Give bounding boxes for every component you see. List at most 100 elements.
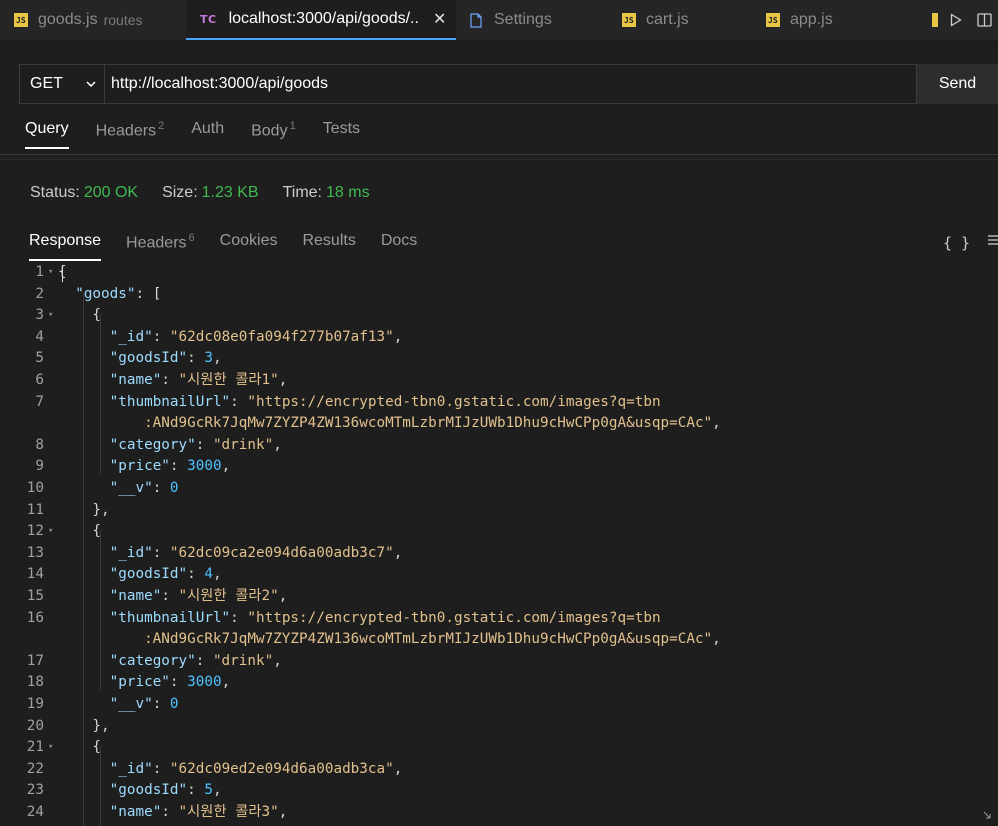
tab-body[interactable]: Body 1 [251, 120, 296, 150]
json-punctuation [58, 437, 110, 453]
fold-chevron-icon[interactable]: ▾ [44, 305, 58, 327]
json-punctuation: , [278, 804, 288, 820]
tab-response[interactable]: Response [29, 232, 102, 262]
gutter-spacer [44, 608, 58, 630]
tab-folder-hint: routes [103, 12, 143, 28]
tab-request-headers[interactable]: Headers 2 [96, 120, 165, 150]
close-icon[interactable]: ✕ [433, 9, 446, 29]
json-string: :ANd9GcRk7JqMw7ZYZP4ZW136wcoMTmLzbrMIJzU… [58, 631, 713, 648]
split-editor-icon[interactable] [970, 0, 998, 40]
json-key: "__v" [109, 696, 153, 712]
tab-query[interactable]: Query [25, 120, 69, 150]
gutter-spacer [44, 780, 58, 802]
code-text: "thumbnailUrl": "https://encrypted-tbn0.… [58, 392, 661, 414]
tab-count-badge: 2 [158, 120, 165, 132]
line-number: 17 [26, 652, 44, 669]
json-punctuation: : [230, 609, 248, 626]
json-string: "62dc09ed2e094d6a00adb3ca" [169, 760, 394, 777]
gutter-spacer [44, 478, 58, 500]
tab-response-headers[interactable]: Headers 6 [126, 232, 195, 262]
code-line: 9 "price": 3000, [0, 456, 230, 478]
json-punctuation [58, 394, 110, 410]
fold-chevron-icon[interactable]: ▾ [44, 262, 58, 284]
json-string: "시원한 콜라2" [178, 588, 279, 604]
json-punctuation: : [187, 782, 205, 799]
json-punctuation [58, 761, 110, 777]
json-punctuation [58, 588, 110, 604]
method-select[interactable]: GET [19, 64, 105, 104]
tab-docs[interactable]: Docs [381, 232, 417, 262]
json-string: "drink" [212, 436, 274, 453]
json-key: "price" [109, 674, 170, 691]
gutter-spacer [44, 413, 58, 435]
status-code: Status: 200 OK [30, 184, 138, 202]
tab-results[interactable]: Results [302, 232, 355, 262]
json-punctuation [58, 286, 75, 302]
line-number: 3 [35, 307, 44, 324]
json-string: :ANd9GcRk7JqMw7ZYZP4ZW136wcoMTmLzbrMIJzU… [58, 415, 713, 432]
code-line: 12 ▾ { [0, 521, 101, 543]
json-punctuation [58, 674, 110, 690]
code-text: "thumbnailUrl": "https://encrypted-tbn0.… [58, 608, 661, 630]
json-key: "goodsId" [109, 782, 188, 799]
time-value: 18 ms [326, 184, 370, 201]
code-text: "category": "drink", [58, 651, 282, 673]
send-button[interactable]: Send [917, 64, 998, 104]
code-line: 10 "__v": 0 [0, 478, 179, 500]
size-value: 1.23 KB [201, 184, 259, 201]
tab-label: Cookies [219, 232, 278, 249]
tab-cookies[interactable]: Cookies [220, 232, 278, 262]
code-line: 4 "_id": "62dc08e0fa094f277b07af13", [0, 327, 402, 349]
json-key: "__v" [109, 480, 153, 496]
json-punctuation: { [58, 307, 102, 324]
json-punctuation [58, 653, 110, 669]
tab-goods-js[interactable]: JS goods.js routes [0, 0, 186, 40]
overflow-tab-icon[interactable] [928, 0, 942, 40]
code-text: "name": "시원한 콜라3", [58, 802, 288, 824]
code-text: "name": "시원한 콜라2", [58, 586, 288, 608]
tab-thunder-client-request[interactable]: TC localhost:3000/api/goods/.. ✕ [186, 0, 456, 40]
response-body-viewer[interactable]: 1▾{2 "goods": [3▾ {4 "_id": "62dc08e0fa0… [0, 262, 998, 826]
format-json-button[interactable]: { } [943, 234, 970, 252]
code-text: "_id": "62dc08e0fa094f277b07af13", [58, 327, 403, 349]
fold-chevron-icon[interactable]: ▾ [44, 521, 58, 543]
run-icon[interactable] [942, 0, 970, 40]
json-punctuation: : [152, 328, 170, 345]
tab-cart-js[interactable]: JS cart.js [608, 0, 752, 40]
tab-app-js[interactable]: JS app.js [752, 0, 898, 40]
tab-label: app.js [790, 11, 833, 28]
line-number: 13 [26, 544, 44, 561]
tab-tests[interactable]: Tests [323, 120, 360, 150]
json-punctuation: : [152, 696, 170, 712]
url-input[interactable]: http://localhost:3000/api/goods [105, 64, 917, 104]
tab-label: Query [25, 120, 69, 137]
json-punctuation: : [195, 652, 213, 669]
tab-auth[interactable]: Auth [191, 120, 224, 150]
line-number: 5 [35, 350, 44, 367]
code-text: { [58, 521, 101, 543]
json-punctuation [58, 545, 110, 561]
code-text: "name": "시원한 콜라1", [58, 370, 288, 392]
request-bar: GET http://localhost:3000/api/goods Send [19, 64, 998, 104]
menu-icon[interactable] [987, 234, 998, 246]
json-punctuation: , [393, 328, 403, 345]
fold-chevron-icon[interactable]: ▾ [44, 737, 58, 759]
json-key: "thumbnailUrl" [109, 393, 231, 410]
json-punctuation: : [187, 566, 205, 583]
code-text: "__v": 0 [58, 694, 179, 716]
panel-divider[interactable] [0, 154, 998, 155]
response-status-bar: Status: 200 OK Size: 1.23 KB Time: 18 ms [30, 184, 394, 202]
request-tabs: Query Headers 2 Auth Body 1 Tests [25, 120, 387, 150]
tab-count-badge: 6 [188, 232, 195, 244]
code-line: 19 "__v": 0 [0, 694, 179, 716]
gutter-spacer [44, 435, 58, 457]
json-string: "시원한 콜라3" [178, 804, 279, 820]
resize-handle-icon[interactable] [982, 810, 992, 820]
json-key: "_id" [109, 760, 153, 777]
json-punctuation [58, 566, 110, 582]
tab-settings[interactable]: Settings [456, 0, 608, 40]
code-line: :ANd9GcRk7JqMw7ZYZP4ZW136wcoMTmLzbrMIJzU… [0, 413, 721, 435]
method-value: GET [30, 75, 63, 92]
json-string: "62dc08e0fa094f277b07af13" [169, 328, 394, 345]
gutter-spacer [44, 348, 58, 370]
